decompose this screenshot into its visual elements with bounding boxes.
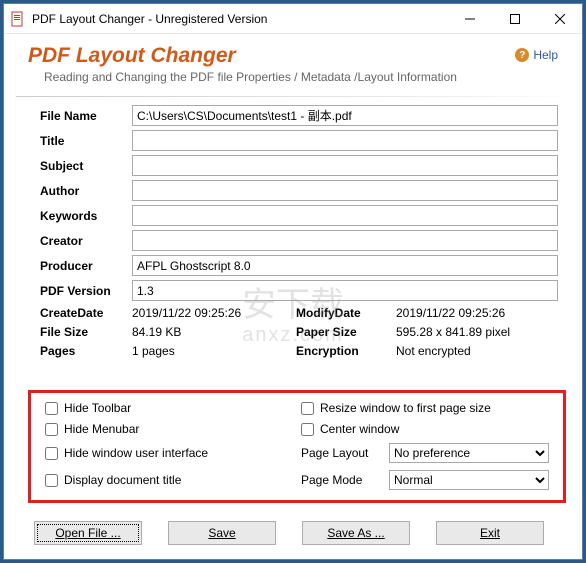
checkbox-display-title[interactable] (45, 474, 58, 487)
checkbox-hide-ui[interactable] (45, 447, 58, 460)
label-keywords: Keywords (40, 209, 132, 223)
maximize-button[interactable] (492, 4, 537, 33)
titlebar-text: PDF Layout Changer - Unregistered Versio… (32, 12, 447, 26)
row-pages: Pages 1 pages Encryption Not encrypted (40, 344, 558, 358)
checkbox-center-window[interactable] (301, 423, 314, 436)
label-filename: File Name (40, 109, 132, 123)
label-hide-menubar: Hide Menubar (64, 422, 139, 436)
input-filename[interactable] (132, 105, 558, 126)
close-button[interactable] (537, 4, 582, 33)
input-version[interactable] (132, 280, 558, 301)
form-grid: File Name Title Subject Author Keywords … (40, 105, 558, 301)
checkbox-hide-toolbar[interactable] (45, 402, 58, 415)
label-filesize: File Size (40, 325, 132, 339)
label-creator: Creator (40, 234, 132, 248)
label-page-mode: Page Mode (301, 473, 381, 487)
label-subject: Subject (40, 159, 132, 173)
app-title: PDF Layout Changer (28, 44, 558, 68)
header: PDF Layout Changer Reading and Changing … (4, 34, 582, 88)
label-resize-window: Resize window to first page size (320, 401, 491, 415)
input-creator[interactable] (132, 230, 558, 251)
row-size: File Size 84.19 KB Paper Size 595.28 x 8… (40, 325, 558, 339)
app-icon (10, 11, 26, 27)
help-icon: ? (515, 48, 529, 62)
label-title: Title (40, 134, 132, 148)
save-as-button[interactable]: Save As ... (302, 521, 410, 545)
value-pages: 1 pages (132, 344, 296, 358)
label-center-window: Center window (320, 422, 399, 436)
button-bar: Open File ... Save Save As ... Exit (4, 511, 582, 559)
input-author[interactable] (132, 180, 558, 201)
exit-button[interactable]: Exit (436, 521, 544, 545)
input-keywords[interactable] (132, 205, 558, 226)
label-papersize: Paper Size (296, 325, 396, 339)
options-box: Hide Toolbar Resize window to first page… (28, 390, 566, 503)
value-createdate: 2019/11/22 09:25:26 (132, 306, 296, 320)
label-producer: Producer (40, 259, 132, 273)
app-subtitle: Reading and Changing the PDF file Proper… (44, 70, 558, 84)
value-encryption: Not encrypted (396, 344, 558, 358)
label-encryption: Encryption (296, 344, 396, 358)
input-producer[interactable] (132, 255, 558, 276)
label-version: PDF Version (40, 284, 132, 298)
open-file-button[interactable]: Open File ... (34, 521, 142, 545)
main-window: PDF Layout Changer - Unregistered Versio… (3, 3, 583, 560)
label-pages: Pages (40, 344, 132, 358)
label-modifydate: ModifyDate (296, 306, 396, 320)
titlebar: PDF Layout Changer - Unregistered Versio… (4, 4, 582, 34)
checkbox-resize-window[interactable] (301, 402, 314, 415)
select-page-mode[interactable]: Normal (389, 470, 549, 490)
save-button[interactable]: Save (168, 521, 276, 545)
value-papersize: 595.28 x 841.89 pixel (396, 325, 558, 339)
content: 安下载 anxz.com File Name Title Subject Aut… (4, 97, 582, 382)
value-filesize: 84.19 KB (132, 325, 296, 339)
input-title[interactable] (132, 130, 558, 151)
help-label: Help (533, 48, 558, 62)
label-createdate: CreateDate (40, 306, 132, 320)
label-page-layout: Page Layout (301, 446, 381, 460)
window-controls (447, 4, 582, 33)
minimize-button[interactable] (447, 4, 492, 33)
value-modifydate: 2019/11/22 09:25:26 (396, 306, 558, 320)
label-display-title: Display document title (64, 473, 181, 487)
label-hide-toolbar: Hide Toolbar (64, 401, 131, 415)
label-author: Author (40, 184, 132, 198)
help-link[interactable]: ? Help (515, 48, 558, 62)
input-subject[interactable] (132, 155, 558, 176)
checkbox-hide-menubar[interactable] (45, 423, 58, 436)
select-page-layout[interactable]: No preference (389, 443, 549, 463)
row-dates: CreateDate 2019/11/22 09:25:26 ModifyDat… (40, 306, 558, 320)
label-hide-ui: Hide window user interface (64, 446, 208, 460)
